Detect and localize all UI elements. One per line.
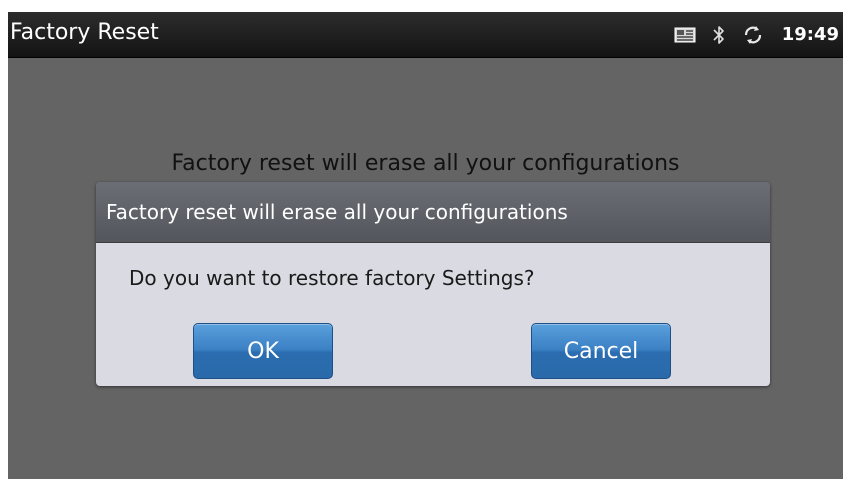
ok-button[interactable]: OK bbox=[193, 323, 333, 379]
confirm-dialog: Factory reset will erase all your config… bbox=[96, 182, 770, 386]
dialog-message: Do you want to restore factory Settings? bbox=[129, 266, 535, 290]
device-screen: Factory Reset 19:49 Factory reset will e… bbox=[8, 12, 843, 479]
title-bar: Factory Reset 19:49 bbox=[8, 12, 843, 58]
cancel-button[interactable]: Cancel bbox=[531, 323, 671, 379]
newsletter-icon bbox=[674, 26, 696, 44]
dialog-header: Factory reset will erase all your config… bbox=[96, 182, 770, 243]
status-bar: 19:49 bbox=[674, 12, 843, 57]
bluetooth-icon bbox=[712, 24, 726, 46]
status-clock: 19:49 bbox=[781, 24, 839, 45]
dialog-title: Factory reset will erase all your config… bbox=[106, 200, 568, 224]
sync-icon bbox=[742, 24, 764, 46]
dialog-body: Do you want to restore factory Settings?… bbox=[96, 243, 770, 386]
app-title: Factory Reset bbox=[10, 20, 159, 45]
background-message: Factory reset will erase all your config… bbox=[171, 151, 680, 176]
